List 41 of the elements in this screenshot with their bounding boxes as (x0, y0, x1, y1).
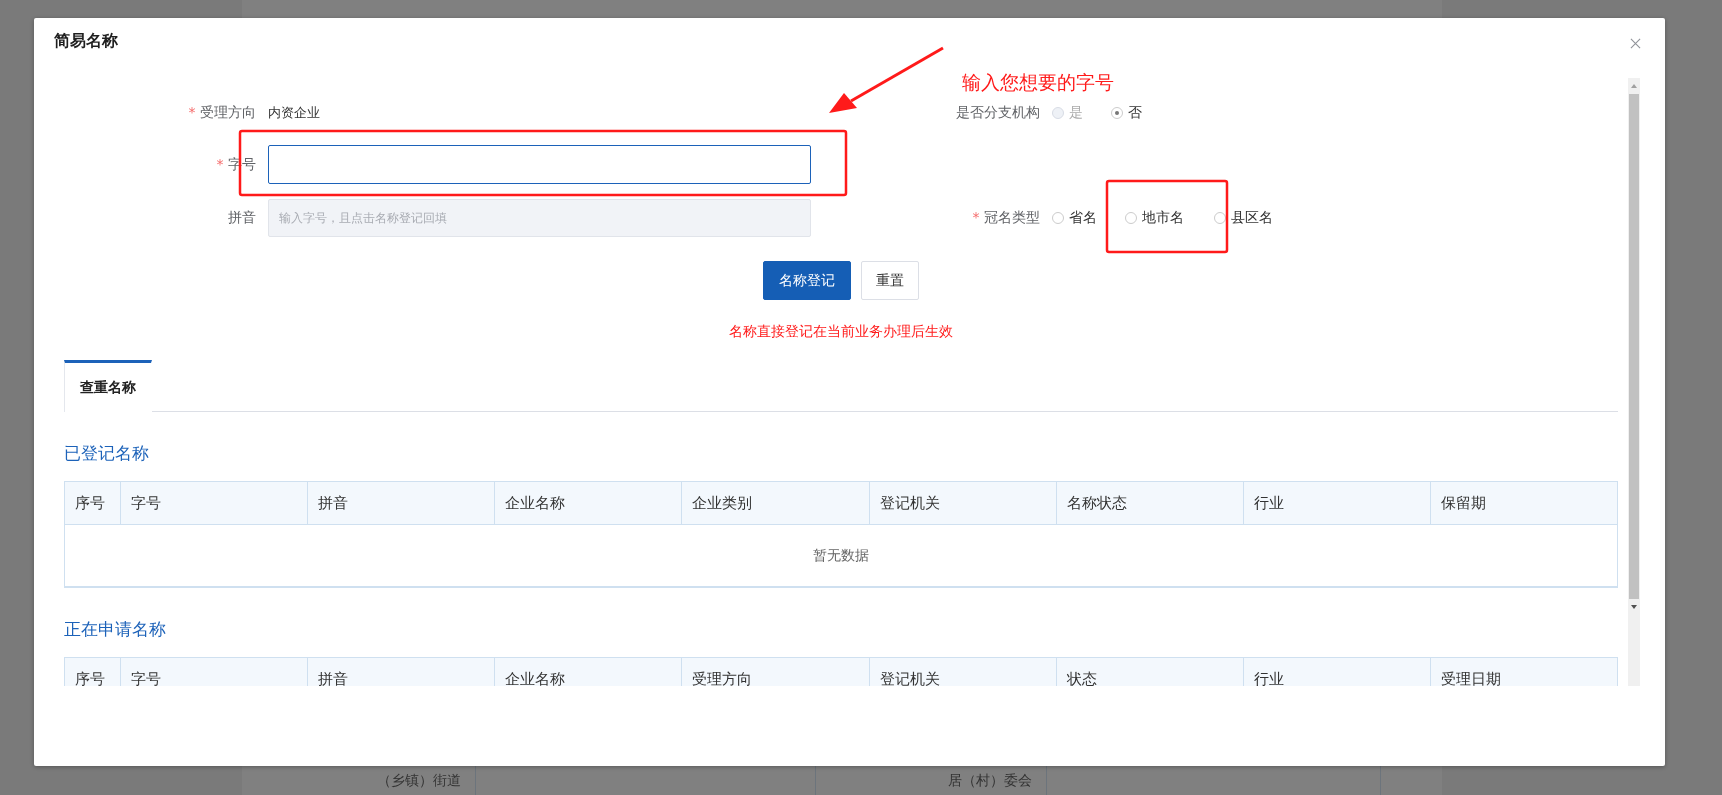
column-header: 受理日期 (1429, 658, 1617, 686)
radio-option[interactable]: 县区名 (1214, 209, 1273, 227)
reset-button[interactable]: 重置 (861, 261, 919, 300)
section-title: 已登记名称 (64, 443, 149, 463)
column-header: 序号 (74, 668, 106, 686)
field-label: 是否分支机构 (956, 104, 1040, 122)
column-header: 行业 (1242, 482, 1430, 524)
field-value: 内资企业 (268, 104, 320, 122)
field-label: * 冠名类型 (972, 209, 1040, 227)
table-cell: （乡镇）街道 (377, 771, 461, 790)
table-cell: 居（村）委会 (948, 771, 1032, 790)
column-header: 登记机关 (868, 482, 1056, 524)
empty-message: 暂无数据 (813, 546, 869, 565)
column-header: 保留期 (1429, 482, 1617, 524)
column-header: 行业 (1242, 658, 1430, 686)
radio-option[interactable]: 省名 (1052, 209, 1097, 227)
input-field[interactable] (268, 145, 811, 184)
column-header: 状态 (1055, 658, 1243, 686)
field-label: * 受理方向 (188, 104, 256, 122)
column-header: 登记机关 (868, 658, 1056, 686)
tab[interactable]: 查重名称 (64, 360, 152, 412)
column-header: 序号 (74, 492, 106, 514)
scrollbar[interactable] (1628, 78, 1640, 686)
annotation-text: 输入您想要的字号 (962, 70, 1114, 95)
radio-option[interactable]: 否 (1111, 104, 1142, 122)
radio-option[interactable]: 地市名 (1125, 209, 1184, 227)
field-label: 拼音 (228, 209, 256, 227)
close-icon[interactable] (1630, 38, 1641, 49)
column-header: 字号 (120, 482, 308, 524)
section-title: 正在申请名称 (64, 619, 166, 639)
dialog-title: 简易名称 (54, 30, 118, 52)
column-header: 字号 (120, 658, 308, 686)
column-header: 企业类别 (681, 482, 869, 524)
notice-text: 名称直接登记在当前业务办理后生效 (729, 323, 953, 341)
column-header: 企业名称 (494, 482, 682, 524)
column-header: 企业名称 (494, 658, 682, 686)
register-button[interactable]: 名称登记 (763, 261, 851, 300)
column-header: 拼音 (307, 482, 495, 524)
column-header: 受理方向 (681, 658, 869, 686)
column-header: 名称状态 (1055, 482, 1243, 524)
column-header: 拼音 (307, 658, 495, 686)
